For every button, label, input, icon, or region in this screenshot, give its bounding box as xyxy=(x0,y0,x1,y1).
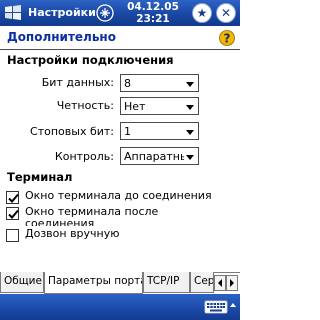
chevron-right-icon xyxy=(230,279,234,287)
close-icon: ✕ xyxy=(220,6,232,20)
tab-tcpip-label: TCP/IP xyxy=(147,275,180,287)
parity-dropdown[interactable]: Нет xyxy=(120,97,199,115)
chevron-down-icon xyxy=(186,130,194,135)
manual-dial-checkbox[interactable] xyxy=(6,229,19,242)
clock-date: 04.12.05 xyxy=(127,1,179,13)
clock-time: 23:21 xyxy=(136,13,170,25)
parity-value: Нет xyxy=(124,100,146,113)
flow-control-value: Аппаратнь xyxy=(124,150,184,163)
connection-section-title: Настройки подключения xyxy=(7,53,174,67)
help-glyph: ? xyxy=(224,32,231,46)
tab-server-label: Сер xyxy=(194,275,214,287)
tab-port-settings[interactable]: Параметры порта xyxy=(44,272,143,294)
tab-strip: Общие Параметры порта TCP/IP Сер xyxy=(0,272,240,294)
terminal-before-label: Окно терминала до соединения xyxy=(25,189,212,202)
page-title: Дополнительно xyxy=(7,30,116,44)
tab-scroll-right[interactable] xyxy=(226,275,238,291)
terminal-before-checkbox[interactable] xyxy=(6,191,19,204)
app-title[interactable]: Настройки xyxy=(28,6,96,19)
manual-dial-label: Дозвон вручную xyxy=(25,227,120,240)
chevron-left-icon xyxy=(218,279,222,287)
help-icon[interactable]: ? xyxy=(219,30,235,46)
chevron-down-icon xyxy=(186,82,194,87)
clock[interactable]: 04.12.05 23:21 xyxy=(118,1,188,25)
data-bits-dropdown[interactable]: 8 xyxy=(120,74,199,92)
header-divider xyxy=(0,49,240,50)
keyboard-icon[interactable] xyxy=(204,299,228,315)
star-icon: ★ xyxy=(196,6,208,20)
star-button[interactable]: ★ xyxy=(192,3,212,23)
terminal-section-title: Терминал xyxy=(7,170,73,184)
flow-control-label: Контроль: xyxy=(54,150,114,163)
stop-bits-value: 1 xyxy=(124,125,131,138)
tab-port-settings-label: Параметры порта xyxy=(48,275,143,287)
page-header: Дополнительно ? xyxy=(0,26,240,50)
tab-tcpip[interactable]: TCP/IP xyxy=(143,272,190,293)
data-bits-value: 8 xyxy=(124,77,131,90)
chevron-down-icon xyxy=(186,105,194,110)
tab-scroll-left[interactable] xyxy=(214,275,226,291)
chevron-down-icon xyxy=(186,155,194,160)
bottom-bar xyxy=(0,294,240,320)
chevron-up-icon[interactable] xyxy=(229,301,237,309)
flow-control-dropdown[interactable]: Аппаратнь xyxy=(120,147,199,165)
checkmark-icon xyxy=(8,193,19,203)
tab-general-label: Общие xyxy=(4,275,42,287)
tab-general[interactable]: Общие xyxy=(0,272,44,293)
stop-bits-label: Стоповых бит: xyxy=(30,125,114,138)
windows-flag-icon[interactable] xyxy=(2,2,24,24)
stop-bits-dropdown[interactable]: 1 xyxy=(120,122,199,140)
connectivity-icon[interactable] xyxy=(95,3,115,23)
tab-server[interactable]: Сер xyxy=(190,272,214,293)
terminal-after-checkbox[interactable] xyxy=(6,207,19,220)
title-bar: Настройки 04.12.05 23:21 ★ ✕ xyxy=(0,0,240,26)
close-button[interactable]: ✕ xyxy=(216,3,236,23)
data-bits-label: Бит данных: xyxy=(41,76,114,89)
checkmark-icon xyxy=(8,209,19,219)
terminal-after-label: Окно терминала после соединения xyxy=(25,206,159,226)
parity-label: Четность: xyxy=(56,99,114,112)
